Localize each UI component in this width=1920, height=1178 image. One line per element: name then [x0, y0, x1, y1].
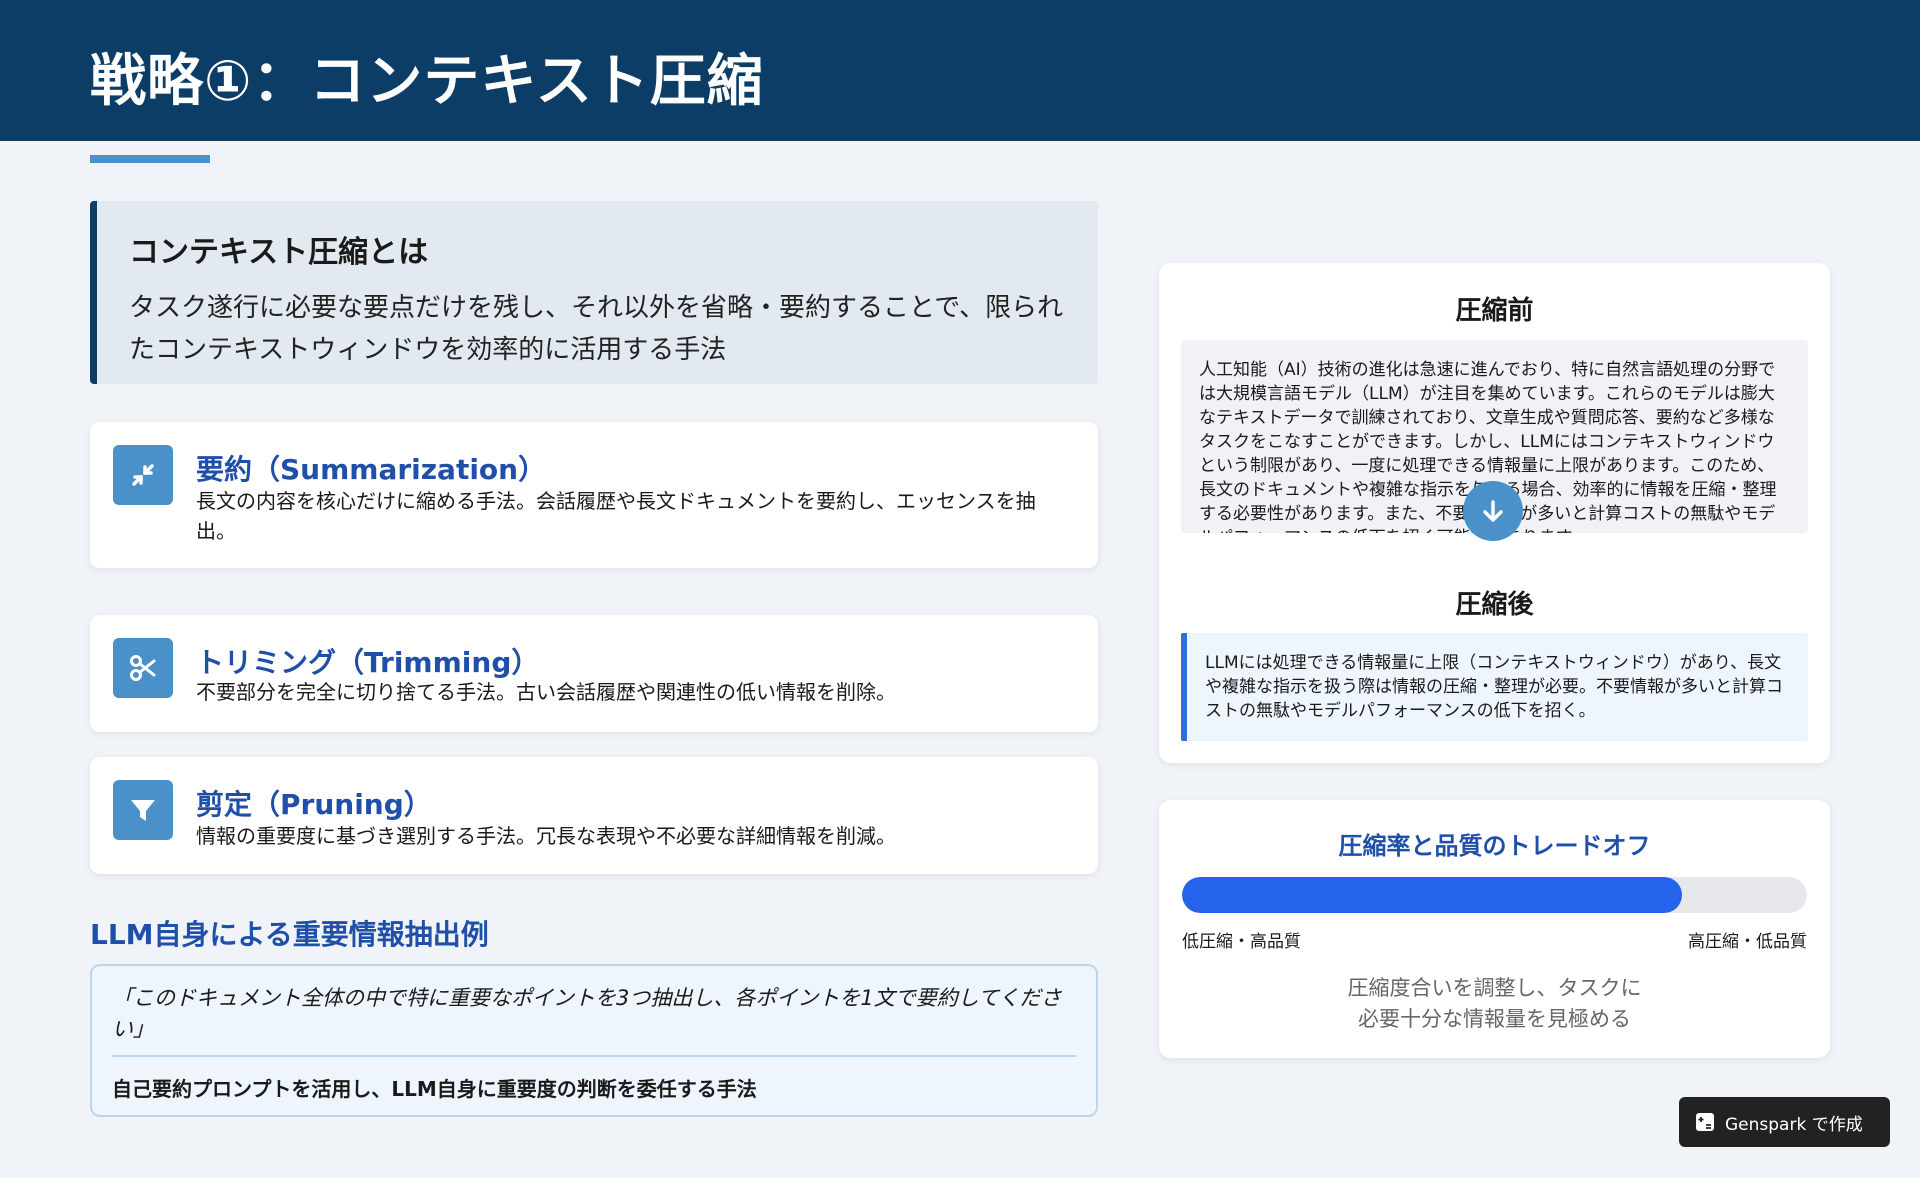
tradeoff-fill [1182, 877, 1682, 913]
tradeoff-right-label: 高圧縮・低品質 [1688, 932, 1807, 952]
genspark-logo-icon [1696, 1113, 1714, 1131]
before-heading: 圧縮前 [1455, 296, 1534, 326]
method-desc: 情報の重要度に基づき選別する手法。冗長な表現や不必要な詳細情報を削減。 [196, 824, 896, 848]
extract-prompt-quote: 「このドキュメント全体の中で特に重要なポイントを3つ抽出し、各ポイントを1文で要… [112, 986, 1062, 1041]
method-desc: 不要部分を完全に切り捨てる手法。古い会話履歴や関連性の低い情報を削除。 [196, 680, 896, 704]
title-accent-bar [90, 155, 210, 163]
genspark-badge[interactable]: Genspark で作成 [1679, 1097, 1890, 1147]
method-desc: 長文の内容を核心だけに縮める手法。会話履歴や長文ドキュメントを要約し、エッセンス… [196, 489, 1036, 543]
compression-comparison-panel: 圧縮前 人工知能（AI）技術の進化は急速に進んでおり、特に自然言語処理の分野では… [1159, 263, 1830, 763]
tradeoff-caption-line: 圧縮度合いを調整し、タスクに [1347, 976, 1642, 1000]
definition-box: コンテキスト圧縮とは タスク遂行に必要な要点だけを残し、それ以外を省略・要約する… [90, 201, 1098, 384]
tradeoff-title: 圧縮率と品質のトレードオフ [1338, 832, 1651, 860]
method-title: トリミング（Trimming） [196, 646, 540, 679]
definition-title: コンテキスト圧縮とは [129, 235, 429, 270]
definition-text: タスク遂行に必要な要点だけを残し、それ以外を省略・要約することで、限られたコンテ… [129, 293, 1064, 365]
page-title: 戦略①：コンテキスト圧縮 [90, 49, 764, 114]
method-title: 要約（Summarization） [196, 453, 547, 486]
header-bar: 戦略①：コンテキスト圧縮 [0, 0, 1920, 141]
after-heading: 圧縮後 [1455, 590, 1534, 620]
after-text: LLMには処理できる情報量に上限（コンテキストウィンドウ）があり、長文や複雑な指… [1205, 653, 1783, 721]
method-card-trimming: トリミング（Trimming） 不要部分を完全に切り捨てる手法。古い会話履歴や関… [90, 615, 1098, 732]
method-card-pruning: 剪定（Pruning） 情報の重要度に基づき選別する手法。冗長な表現や不必要な詳… [90, 757, 1098, 874]
tradeoff-caption: 圧縮度合いを調整し、タスクに 必要十分な情報量を見極める [1159, 973, 1830, 1035]
method-card-summarization: 要約（Summarization） 長文の内容を核心だけに縮める手法。会話履歴や… [90, 422, 1098, 568]
scissors-icon [113, 638, 173, 698]
divider [112, 1055, 1076, 1057]
arrow-down-icon [1463, 481, 1523, 541]
extract-section-title: LLM自身による重要情報抽出例 [90, 918, 489, 951]
tradeoff-track [1182, 877, 1807, 913]
badge-label: Genspark で作成 [1725, 1114, 1863, 1135]
extract-example-box: 「このドキュメント全体の中で特に重要なポイントを3つ抽出し、各ポイントを1文で要… [90, 964, 1098, 1117]
extract-note: 自己要約プロンプトを活用し、LLM自身に重要度の判断を委任する手法 [112, 1077, 757, 1101]
tradeoff-caption-line: 必要十分な情報量を見極める [1358, 1007, 1631, 1031]
after-text-box: LLMには処理できる情報量に上限（コンテキストウィンドウ）があり、長文や複雑な指… [1181, 633, 1808, 741]
tradeoff-left-label: 低圧縮・高品質 [1182, 932, 1301, 952]
method-title: 剪定（Pruning） [196, 788, 432, 821]
compress-arrows-icon [113, 445, 173, 505]
filter-icon [113, 780, 173, 840]
tradeoff-panel: 圧縮率と品質のトレードオフ 低圧縮・高品質 高圧縮・低品質 圧縮度合いを調整し、… [1159, 800, 1830, 1058]
